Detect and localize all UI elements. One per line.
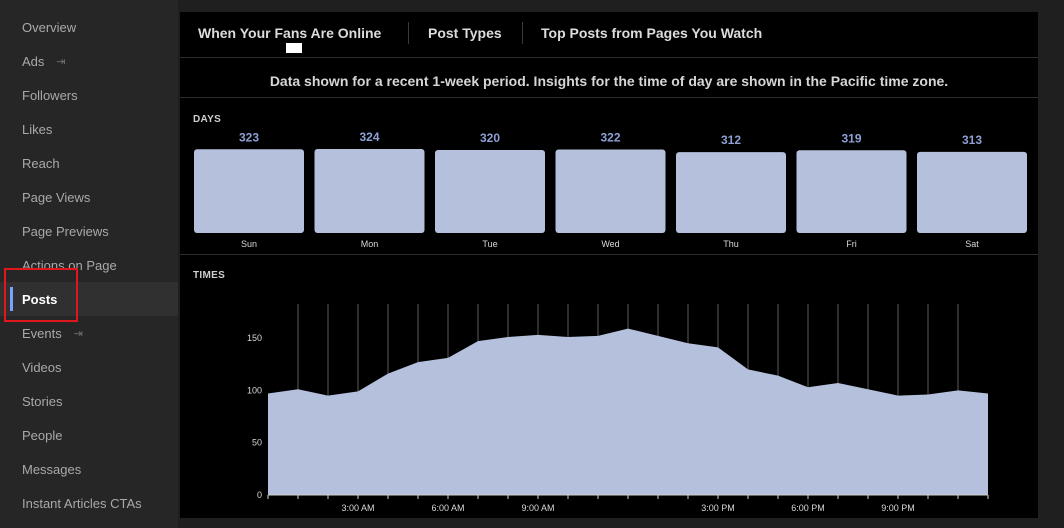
day-bar[interactable] — [796, 150, 907, 233]
timezone-info-text: Data shown for a recent 1-week period. I… — [180, 58, 1038, 98]
active-tab-indicator — [286, 43, 302, 53]
day-value-label: 324 — [359, 130, 379, 144]
x-tick-label: 3:00 AM — [341, 503, 374, 513]
sidebar-item-followers[interactable]: Followers — [0, 78, 178, 112]
sidebar-item-label: Events — [22, 325, 62, 341]
day-category-label: Wed — [601, 239, 619, 249]
sidebar-item-label: Followers — [22, 87, 78, 103]
tab-bar: When Your Fans Are Online Post Types Top… — [180, 12, 1038, 58]
day-value-label: 312 — [721, 133, 741, 147]
tab-top-posts-pages-watch[interactable]: Top Posts from Pages You Watch — [541, 12, 762, 54]
day-bar[interactable] — [194, 149, 304, 233]
day-category-label: Sun — [241, 239, 257, 249]
external-link-icon: ⇥ — [56, 55, 66, 68]
day-bar[interactable] — [676, 152, 786, 233]
day-bar[interactable] — [314, 149, 425, 233]
insights-main-panel: When Your Fans Are Online Post Types Top… — [180, 12, 1038, 518]
tab-post-types[interactable]: Post Types — [428, 12, 502, 54]
sidebar-item-instant-articles-ctas[interactable]: Instant Articles CTAs — [0, 486, 178, 520]
sidebar-item-overview[interactable]: Overview — [0, 10, 178, 44]
sidebar-item-label: Likes — [22, 121, 53, 137]
day-value-label: 313 — [962, 133, 982, 147]
days-bar-chart: 323 Sun 324 Mon 320 Tue 322 Wed 312 Thu 319 Fri 313 S… — [194, 130, 1027, 249]
day-category-label: Mon — [361, 239, 379, 249]
x-tick-label: 9:00 AM — [521, 503, 554, 513]
sidebar-item-label: Ads — [22, 53, 45, 69]
highlight-box — [4, 268, 78, 322]
day-category-label: Sat — [965, 239, 979, 249]
sidebar-item-label: Page Previews — [22, 223, 109, 239]
insights-sidebar: Overview Ads ⇥ Followers Likes Reach Page View… — [0, 0, 178, 528]
sidebar-item-label: Videos — [22, 359, 62, 375]
day-value-label: 319 — [841, 131, 861, 145]
sidebar-item-reach[interactable]: Reach — [0, 146, 178, 180]
y-tick-label: 150 — [247, 333, 262, 343]
tab-separator — [408, 22, 409, 44]
sidebar-item-label: Reach — [22, 155, 60, 171]
day-bar[interactable] — [435, 150, 545, 233]
day-category-label: Tue — [482, 239, 497, 249]
sidebar-item-likes[interactable]: Likes — [0, 112, 178, 146]
sidebar-item-label: People — [22, 427, 63, 443]
times-area-series[interactable] — [268, 328, 988, 495]
y-tick-label: 100 — [247, 385, 262, 395]
x-tick-label: 6:00 AM — [431, 503, 464, 513]
sidebar-item-label: Overview — [22, 19, 77, 35]
tab-separator — [522, 22, 523, 44]
day-value-label: 320 — [480, 131, 500, 145]
sidebar-item-label: Messages — [22, 461, 82, 477]
day-bar[interactable] — [555, 149, 666, 233]
sidebar-item-videos[interactable]: Videos — [0, 350, 178, 384]
section-divider — [180, 254, 1038, 255]
sidebar-item-messages[interactable]: Messages — [0, 452, 178, 486]
y-tick-label: 0 — [257, 490, 262, 500]
times-area-chart: 0 50 100 150 3:00 AM 6:00 AM 9:00 AM 3:00 PM 6:0… — [247, 304, 989, 513]
x-tick-label: 6:00 PM — [791, 503, 825, 513]
sidebar-item-stories[interactable]: Stories — [0, 384, 178, 418]
day-category-label: Fri — [846, 239, 857, 249]
external-link-icon: ⇥ — [73, 327, 83, 340]
day-bar[interactable] — [917, 151, 1027, 233]
x-tick-label: 9:00 PM — [881, 503, 915, 513]
day-category-label: Thu — [723, 239, 739, 249]
sidebar-item-people[interactable]: People — [0, 418, 178, 452]
times-section-label: TIMES — [193, 270, 226, 281]
sidebar-item-page-previews[interactable]: Page Previews — [0, 214, 178, 248]
sidebar-item-label: Page Views — [22, 189, 91, 205]
sidebar-item-page-views[interactable]: Page Views — [0, 180, 178, 214]
x-tick-label: 3:00 PM — [701, 503, 735, 513]
sidebar-item-label: Stories — [22, 393, 63, 409]
day-value-label: 322 — [600, 131, 620, 145]
sidebar-item-ads[interactable]: Ads ⇥ — [0, 44, 178, 78]
day-value-label: 323 — [239, 130, 259, 144]
y-tick-label: 50 — [252, 438, 262, 448]
sidebar-item-label: Instant Articles CTAs — [22, 495, 142, 511]
